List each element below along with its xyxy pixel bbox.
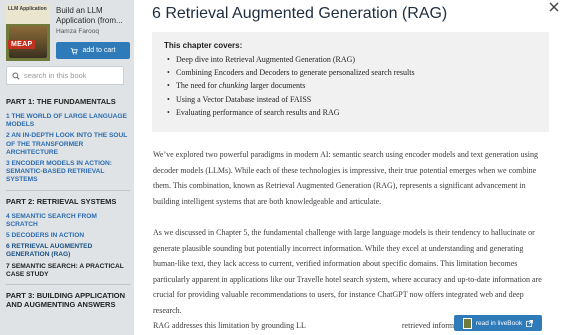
covers-item-prefix: The need for [176, 81, 219, 91]
book-card: LLM Application MEAP Build an LLM Applic… [6, 4, 130, 62]
close-button[interactable] [548, 0, 562, 14]
cover-title-text: LLM Application [6, 4, 50, 24]
book-thumbnail [462, 317, 472, 329]
covers-item-suffix: larger documents [248, 81, 306, 91]
covers-item-emphasis: chunking [218, 81, 249, 91]
chapter-covers-box: This chapter covers: Deep dive into Retr… [152, 32, 549, 132]
body-paragraph-2: As we discussed in Chapter 5, the fundam… [153, 228, 542, 315]
toc-chapter-1[interactable]: 1 THE WORLD OF LARGE LANGUAGE MODELS [6, 113, 130, 129]
external-link-icon [526, 319, 534, 327]
toc-part-3[interactable]: PART 3: BUILDING APPLICATION AND AUGMENT… [6, 291, 130, 309]
sidebar: LLM Application MEAP Build an LLM Applic… [0, 0, 134, 335]
toc-chapter-2[interactable]: 2 AN IN-DEPTH LOOK INTO THE SOUL OF THE … [6, 132, 130, 157]
covers-item: The need for chunking larger documents [167, 79, 539, 92]
search-box[interactable] [6, 66, 124, 85]
toc-chapter-3[interactable]: 3 ENCODER MODELS IN ACTION: SEMANTIC-BAS… [6, 160, 130, 185]
add-to-cart-label: add to cart [82, 47, 116, 54]
add-to-cart-button[interactable]: add to cart [56, 42, 130, 59]
toc-divider [6, 189, 130, 191]
reader-main: 6 Retrieval Augmented Generation (RAG) T… [134, 0, 568, 335]
close-icon [549, 2, 559, 12]
toc-chapter-6[interactable]: 6 RETRIEVAL AUGMENTED GENERATION (RAG) [6, 243, 130, 259]
covers-item: Using a Vector Database instead of FAISS [167, 93, 539, 106]
search-input[interactable] [24, 71, 120, 80]
read-in-livebook-button[interactable]: read in liveBook [454, 315, 542, 331]
covers-item: Deep dive into Retrieval Augmented Gener… [167, 53, 539, 66]
covers-list: Deep dive into Retrieval Augmented Gener… [164, 53, 539, 119]
body-paragraph-1: We’ve explored two powerful paradigms in… [153, 150, 539, 206]
toc-chapter-7[interactable]: 7 SEMANTIC SEARCH: A PRACTICAL CASE STUD… [6, 263, 130, 279]
covers-item: Evaluating performance of search results… [167, 106, 539, 119]
toc-chapter-5[interactable]: 5 DECODERS IN ACTION [6, 232, 130, 240]
book-title[interactable]: Build an LLM Application (from... [56, 6, 132, 26]
read-in-livebook-label: read in liveBook [475, 319, 523, 327]
cart-icon [71, 47, 79, 55]
chapter-title: 6 Retrieval Augmented Generation (RAG) [152, 5, 448, 22]
book-author: Hamza Farooq [56, 28, 99, 35]
paragraph-3-start: RAG addresses this limitation by groundi… [153, 321, 306, 330]
covers-heading: This chapter covers: [164, 41, 243, 50]
toc-part-2[interactable]: PART 2: RETRIEVAL SYSTEMS [6, 197, 130, 206]
toc-chapter-4[interactable]: 4 SEMANTIC SEARCH FROM SCRATCH [6, 213, 130, 229]
covers-item: Combining Encoders and Decoders to gener… [167, 66, 539, 79]
book-cover-image[interactable]: LLM Application MEAP [6, 4, 50, 61]
toc-part-1[interactable]: PART 1: THE FUNDAMENTALS [6, 97, 130, 106]
meap-badge: MEAP [8, 40, 36, 49]
search-icon [12, 71, 20, 80]
table-of-contents: PART 1: THE FUNDAMENTALS 1 THE WORLD OF … [6, 97, 130, 316]
toc-divider [6, 284, 130, 286]
